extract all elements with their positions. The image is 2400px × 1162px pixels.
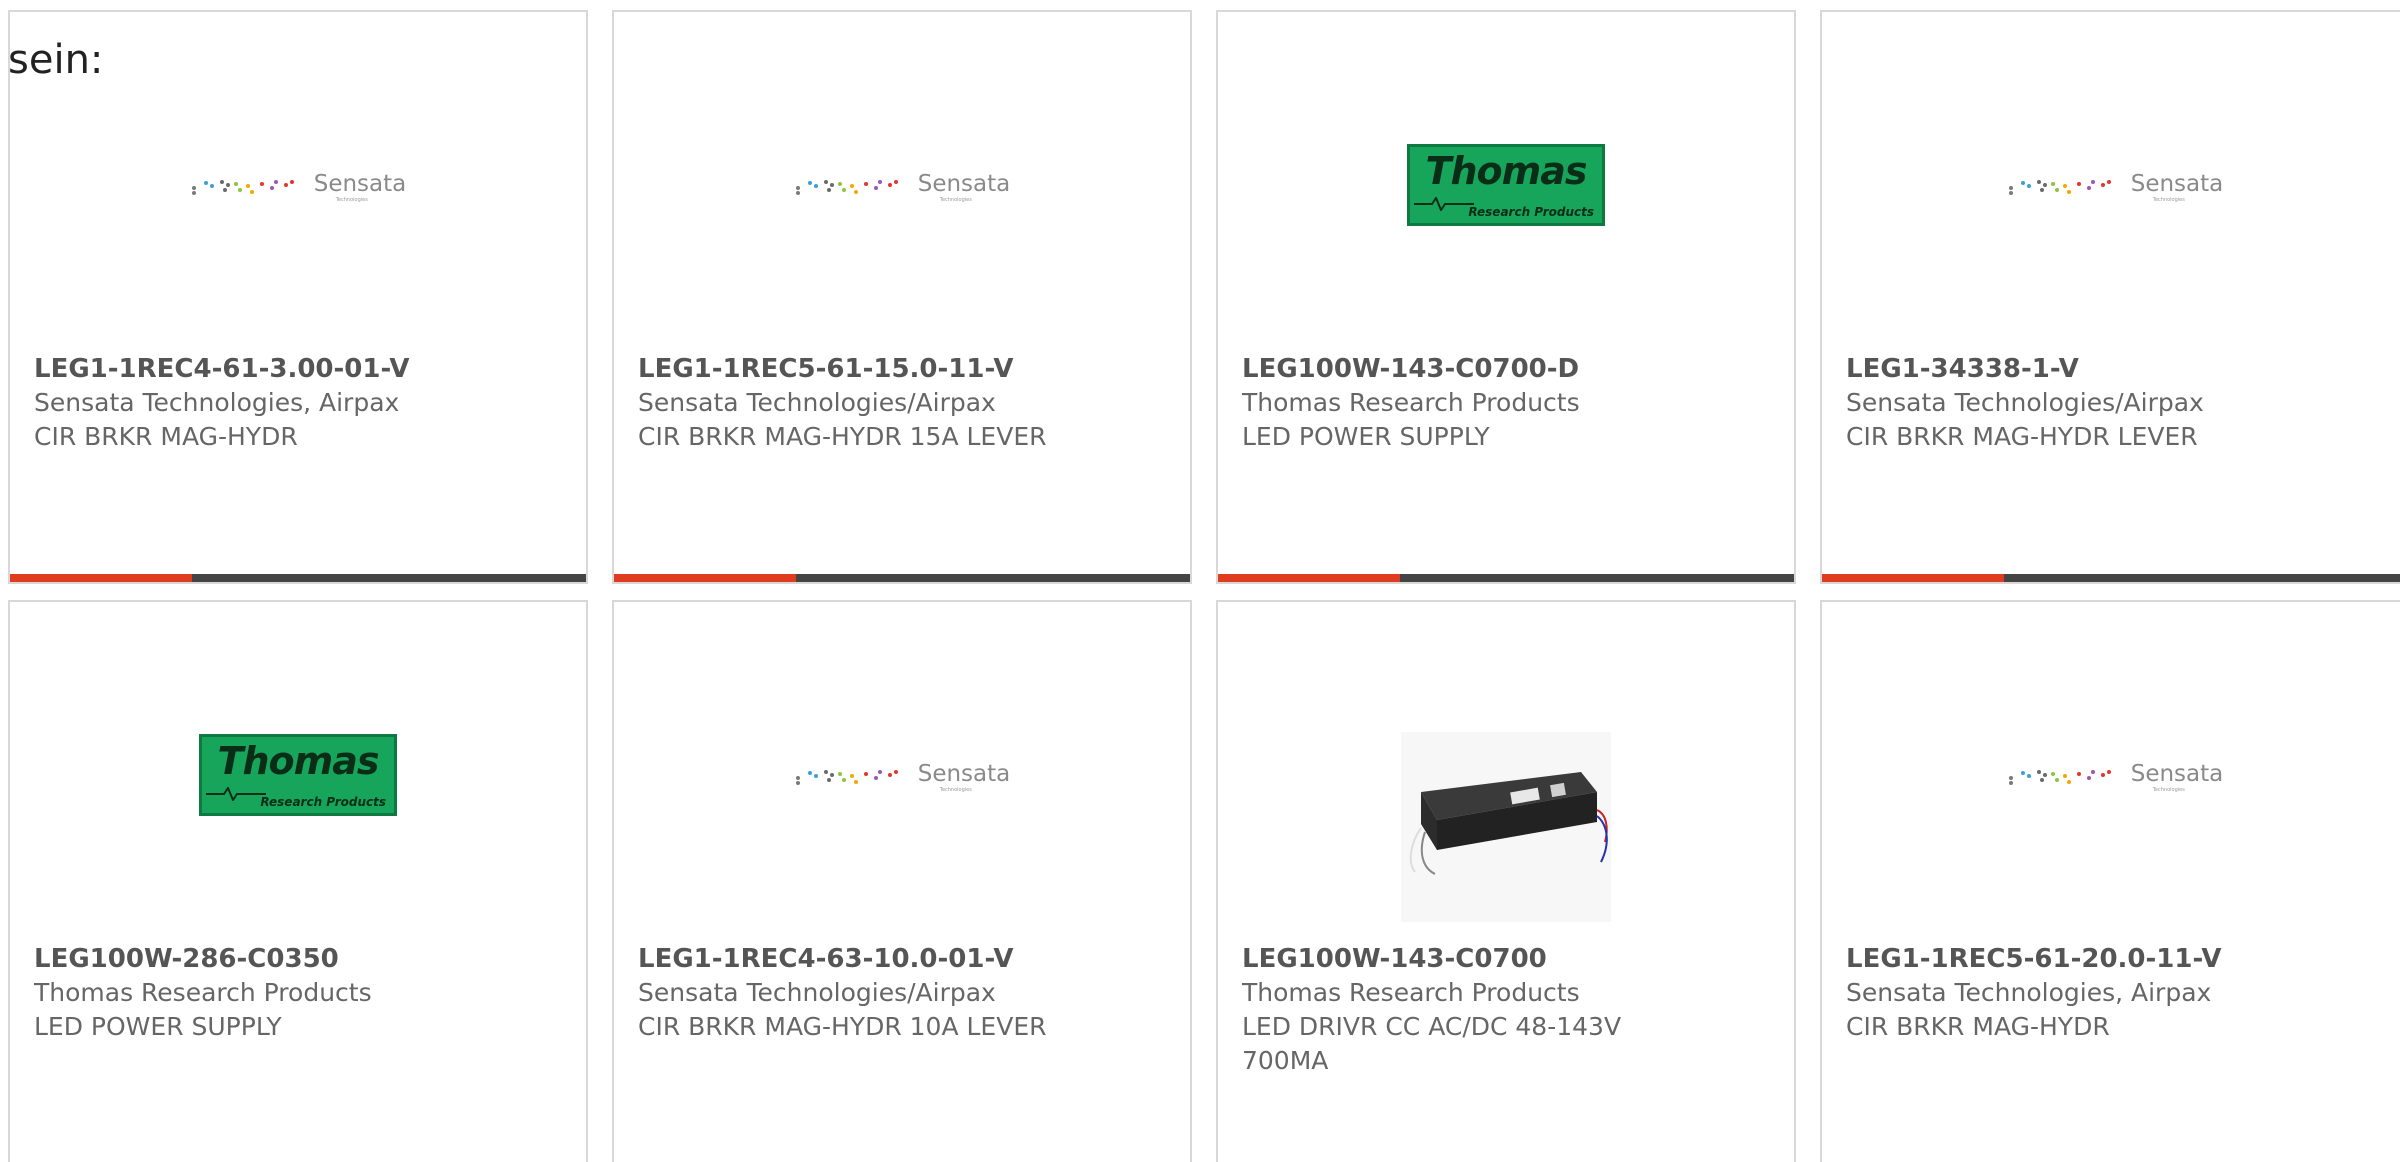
product-info: LEG1-1REC5-61-20.0-11-V Sensata Technolo…: [1846, 942, 2388, 1044]
sensata-subtitle: Technologies: [939, 787, 972, 793]
product-image[interactable]: Thomas Research Products: [1218, 72, 1794, 302]
manufacturer: Sensata Technologies, Airpax: [1846, 978, 2212, 1007]
product-image[interactable]: [1218, 662, 1794, 922]
thomas-wave-icon: [1414, 197, 1474, 211]
sensata-subtitle: Technologies: [335, 197, 368, 203]
product-image[interactable]: Sensata Technologies: [1822, 662, 2400, 892]
card-accent: [10, 574, 192, 582]
product-card[interactable]: Sensata Technologies LEG1-1REC5-61-20.0-…: [1820, 600, 2400, 1162]
product-image[interactable]: Sensata Technologies: [614, 662, 1190, 892]
description: CIR BRKR MAG-HYDR: [34, 422, 298, 451]
manufacturer: Sensata Technologies/Airpax: [638, 978, 996, 1007]
product-image[interactable]: Sensata Technologies: [10, 72, 586, 302]
thomas-logo: Thomas Research Products: [1407, 144, 1605, 226]
thomas-wordmark: Thomas: [217, 739, 380, 783]
card-bottom-bar: [1218, 574, 1794, 582]
sensata-subtitle: Technologies: [939, 197, 972, 203]
product-card[interactable]: Sensata Technologies LEG1-1REC4-63-10.0-…: [612, 600, 1192, 1162]
product-info: LEG100W-143-C0700-D Thomas Research Prod…: [1242, 352, 1774, 454]
card-bottom-bar: [614, 574, 1190, 582]
product-info: LEG1-34338-1-V Sensata Technologies/Airp…: [1846, 352, 2388, 454]
sensata-dots-icon: [795, 770, 898, 785]
product-card[interactable]: Sensata Technologies LEG1-1REC4-61-3.00-…: [8, 10, 588, 584]
part-number[interactable]: LEG1-1REC5-61-20.0-11-V: [1846, 942, 2388, 976]
sensata-subtitle: Technologies: [2152, 197, 2185, 203]
sensata-logo: Sensata Technologies: [794, 171, 1011, 204]
sensata-wordmark: Sensata: [917, 171, 1011, 197]
card-bottom-bar: [10, 574, 586, 582]
sensata-logo: Sensata Technologies: [190, 171, 407, 204]
manufacturer: Thomas Research Products: [34, 978, 372, 1007]
sensata-wordmark: Sensata: [917, 761, 1011, 787]
product-card[interactable]: Thomas Research Products LEG100W-286-C03…: [8, 600, 588, 1162]
product-grid-page: sein: Sensata Technologies LEG1-1REC4-61…: [0, 0, 2400, 1162]
product-info: LEG1-1REC4-61-3.00-01-V Sensata Technolo…: [34, 352, 566, 454]
part-number[interactable]: LEG1-1REC4-61-3.00-01-V: [34, 352, 566, 386]
product-card[interactable]: LEG100W-143-C0700 Thomas Research Produc…: [1216, 600, 1796, 1162]
manufacturer: Sensata Technologies, Airpax: [34, 388, 400, 417]
product-image[interactable]: Thomas Research Products: [10, 662, 586, 892]
thomas-subtitle: Research Products: [260, 795, 386, 809]
product-info: LEG100W-286-C0350 Thomas Research Produc…: [34, 942, 566, 1044]
sensata-logo: Sensata Technologies: [2007, 171, 2224, 204]
description: LED POWER SUPPLY: [34, 1012, 282, 1041]
sensata-dots-icon: [191, 180, 294, 195]
thomas-logo: Thomas Research Products: [199, 734, 397, 816]
manufacturer: Sensata Technologies/Airpax: [638, 388, 996, 417]
sensata-logo: Sensata Technologies: [794, 761, 1011, 794]
description: LED DRIVR CC AC/DC 48-143V 700MA: [1242, 1012, 1622, 1075]
card-accent: [614, 574, 796, 582]
card-accent: [1218, 574, 1400, 582]
product-card[interactable]: Sensata Technologies LEG1-34338-1-V Sens…: [1820, 10, 2400, 584]
product-info: LEG1-1REC4-63-10.0-01-V Sensata Technolo…: [638, 942, 1170, 1044]
part-number[interactable]: LEG1-1REC5-61-15.0-11-V: [638, 352, 1170, 386]
led-driver-photo: [1401, 732, 1611, 922]
product-info: LEG100W-143-C0700 Thomas Research Produc…: [1242, 942, 1774, 1078]
description: CIR BRKR MAG-HYDR 10A LEVER: [638, 1012, 1047, 1041]
part-number[interactable]: LEG1-1REC4-63-10.0-01-V: [638, 942, 1170, 976]
card-bottom-bar: [1822, 574, 2400, 582]
product-card[interactable]: Sensata Technologies LEG1-1REC5-61-15.0-…: [612, 10, 1192, 584]
manufacturer: Thomas Research Products: [1242, 978, 1580, 1007]
manufacturer: Sensata Technologies/Airpax: [1846, 388, 2204, 417]
part-number[interactable]: LEG100W-286-C0350: [34, 942, 566, 976]
thomas-wordmark: Thomas: [1425, 149, 1588, 193]
sensata-dots-icon: [2008, 180, 2111, 195]
card-accent: [1822, 574, 2004, 582]
description: CIR BRKR MAG-HYDR LEVER: [1846, 422, 2198, 451]
thomas-subtitle: Research Products: [1468, 205, 1594, 219]
description: LED POWER SUPPLY: [1242, 422, 1490, 451]
part-number[interactable]: LEG1-34338-1-V: [1846, 352, 2388, 386]
sensata-wordmark: Sensata: [313, 171, 407, 197]
description: CIR BRKR MAG-HYDR 15A LEVER: [638, 422, 1047, 451]
sensata-logo: Sensata Technologies: [2007, 761, 2224, 794]
description: CIR BRKR MAG-HYDR: [1846, 1012, 2110, 1041]
product-card[interactable]: Thomas Research Products LEG100W-143-C07…: [1216, 10, 1796, 584]
sensata-subtitle: Technologies: [2152, 787, 2185, 793]
sensata-dots-icon: [795, 180, 898, 195]
product-info: LEG1-1REC5-61-15.0-11-V Sensata Technolo…: [638, 352, 1170, 454]
lead-text: sein:: [8, 37, 104, 83]
thomas-wave-icon: [206, 787, 266, 801]
part-number[interactable]: LEG100W-143-C0700-D: [1242, 352, 1774, 386]
sensata-wordmark: Sensata: [2130, 171, 2224, 197]
product-image[interactable]: Sensata Technologies: [614, 72, 1190, 302]
product-image[interactable]: Sensata Technologies: [1822, 72, 2400, 302]
sensata-wordmark: Sensata: [2130, 761, 2224, 787]
sensata-dots-icon: [2008, 770, 2111, 785]
manufacturer: Thomas Research Products: [1242, 388, 1580, 417]
part-number[interactable]: LEG100W-143-C0700: [1242, 942, 1774, 976]
